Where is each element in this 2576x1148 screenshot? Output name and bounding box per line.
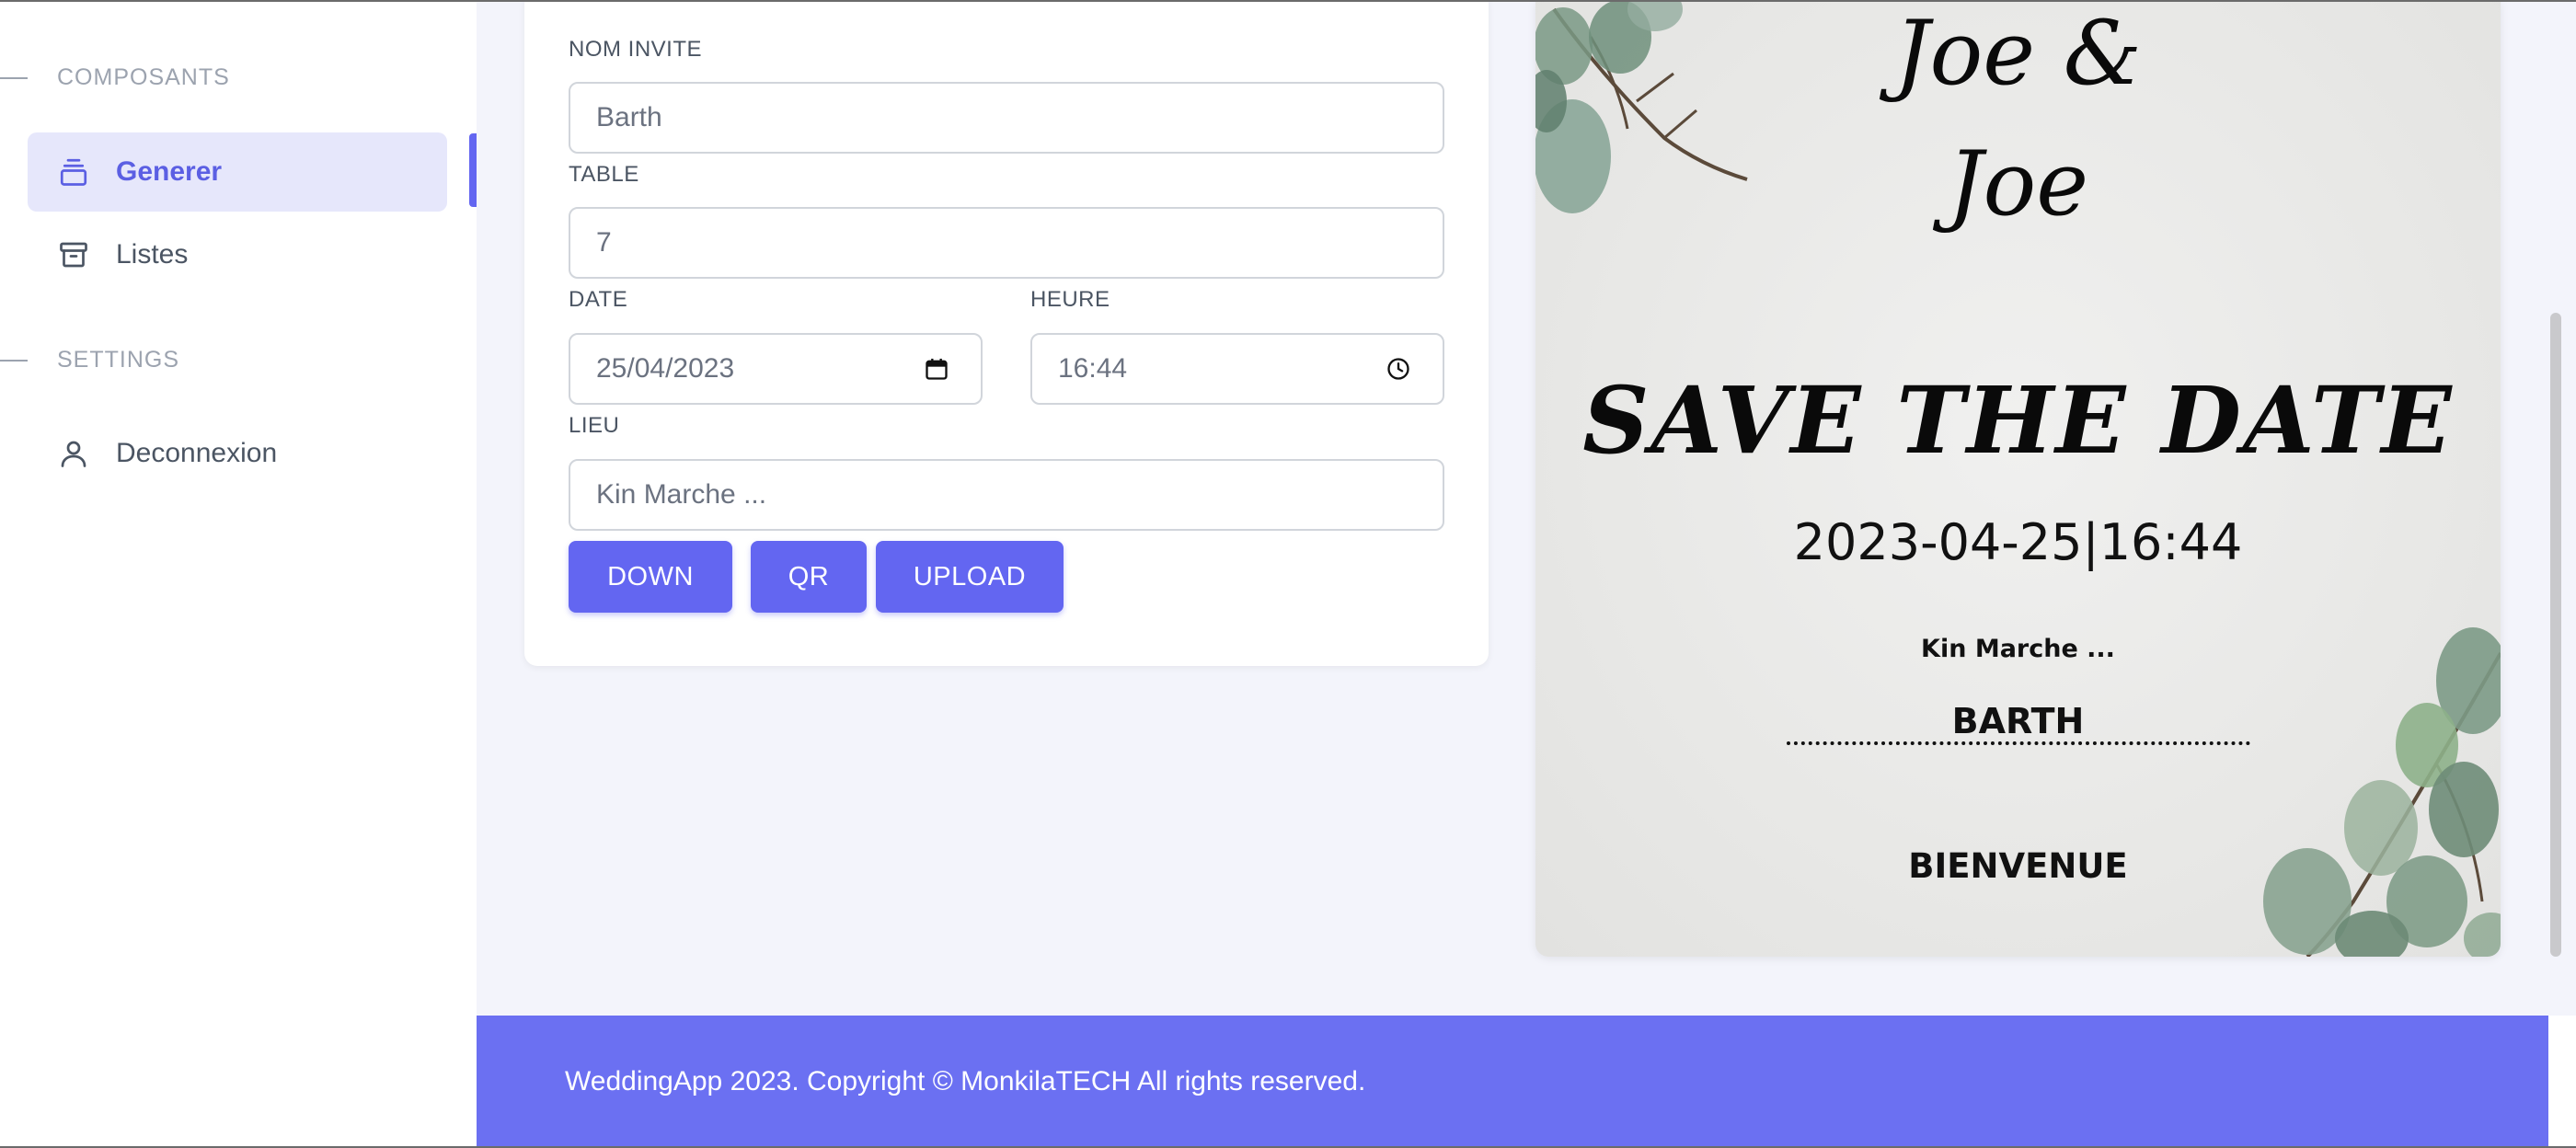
guest-name-label: NOM INVITE bbox=[569, 37, 703, 62]
guest-name-input[interactable]: Barth bbox=[569, 82, 1444, 154]
couple-names-line2: Joe bbox=[1947, 132, 2089, 235]
archive-icon bbox=[57, 238, 90, 271]
time-input[interactable]: 16:44 bbox=[1030, 333, 1444, 405]
invitation-date-time: 2023-04-25|16:44 bbox=[1793, 513, 2243, 571]
invitation-guest-name: BARTH bbox=[1951, 701, 2085, 741]
date-input[interactable]: 25/04/2023 bbox=[569, 333, 983, 405]
save-the-date-headline: SAVE THE DATE bbox=[1582, 366, 2454, 475]
sidebar-section-settings: SETTINGS bbox=[0, 347, 179, 373]
invitation-form-card: NOM INVITE Barth TABLE 7 DATE 25/04/2023… bbox=[524, 0, 1489, 666]
invitation-welcome: BIENVENUE bbox=[1908, 846, 2128, 886]
qr-button[interactable]: QR bbox=[751, 541, 867, 613]
guest-dotted-line bbox=[1787, 741, 2250, 745]
down-button[interactable]: DOWN bbox=[569, 541, 732, 613]
page-scrollbar[interactable] bbox=[2548, 0, 2576, 1016]
date-label: DATE bbox=[569, 287, 628, 312]
sidebar-item-generer[interactable]: Generer bbox=[28, 132, 447, 212]
table-input[interactable]: 7 bbox=[569, 207, 1444, 279]
footer: WeddingApp 2023. Copyright © MonkilaTECH… bbox=[477, 1016, 2548, 1148]
invitation-preview: Joe & Joe SAVE THE DATE 2023-04-25|16:44… bbox=[1535, 0, 2501, 957]
sidebar-section-label: SETTINGS bbox=[57, 347, 180, 373]
time-value: 16:44 bbox=[1058, 353, 1128, 384]
sidebar-item-listes[interactable]: Listes bbox=[28, 215, 447, 294]
window-top-border bbox=[0, 0, 2576, 2]
footer-edge bbox=[2548, 1016, 2576, 1148]
invitation-place: Kin Marche ... bbox=[1921, 635, 2115, 663]
table-value: 7 bbox=[596, 227, 612, 258]
couple-names-line1: Joe & bbox=[1893, 2, 2143, 105]
sidebar-item-label: Deconnexion bbox=[116, 438, 278, 468]
place-input[interactable]: Kin Marche ... bbox=[569, 459, 1444, 531]
date-value: 25/04/2023 bbox=[596, 353, 735, 384]
sidebar-item-label: Generer bbox=[116, 156, 223, 187]
sidebar: COMPOSANTS Generer Listes SETTINGS Decon… bbox=[0, 0, 477, 1148]
user-icon bbox=[57, 437, 90, 470]
sidebar-item-deconnexion[interactable]: Deconnexion bbox=[28, 414, 447, 493]
place-label: LIEU bbox=[569, 413, 620, 438]
upload-button[interactable]: UPLOAD bbox=[876, 541, 1064, 613]
time-label: HEURE bbox=[1030, 287, 1110, 312]
sidebar-item-label: Listes bbox=[116, 239, 189, 270]
scrollbar-thumb[interactable] bbox=[2550, 313, 2561, 957]
sidebar-section-composants: COMPOSANTS bbox=[0, 64, 230, 91]
clock-icon[interactable] bbox=[1386, 356, 1411, 382]
place-value: Kin Marche ... bbox=[596, 479, 767, 510]
calendar-icon[interactable] bbox=[924, 356, 949, 382]
layers-icon bbox=[57, 155, 90, 189]
sidebar-section-label: COMPOSANTS bbox=[57, 64, 230, 90]
footer-copyright: WeddingApp 2023. Copyright © MonkilaTECH… bbox=[565, 1066, 1366, 1096]
table-label: TABLE bbox=[569, 162, 639, 187]
guest-name-value: Barth bbox=[596, 102, 662, 132]
active-nav-indicator bbox=[469, 133, 477, 207]
